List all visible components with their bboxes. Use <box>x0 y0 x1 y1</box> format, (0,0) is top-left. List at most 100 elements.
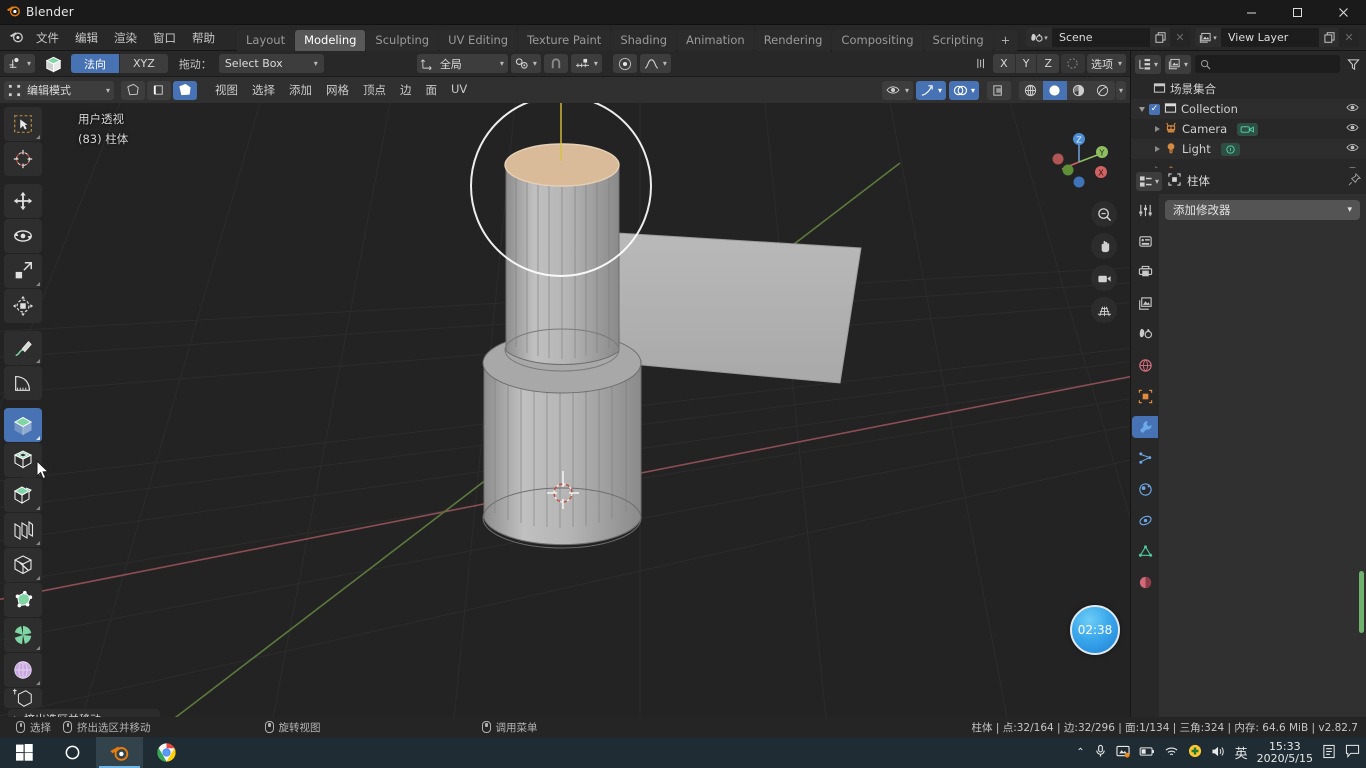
properties-editor-type-dropdown[interactable]: ▾ <box>1136 171 1163 191</box>
outliner-row-camera[interactable]: Camera <box>1131 119 1366 139</box>
pin-icon[interactable] <box>1348 172 1362 189</box>
tool-icon[interactable] <box>1132 199 1158 221</box>
particles-icon[interactable] <box>1132 447 1158 469</box>
orientation-xyz-button[interactable]: XYZ <box>120 54 168 73</box>
camera-icon[interactable] <box>1091 265 1117 291</box>
menu-mesh[interactable]: 网格 <box>319 79 356 101</box>
view-layer-selector[interactable]: ▾ View Layer ✕ <box>1195 28 1359 47</box>
add-modifier-dropdown[interactable]: 添加修改器 ▾ <box>1165 200 1360 220</box>
menu-edge[interactable]: 边 <box>393 79 419 101</box>
windows-icon[interactable] <box>0 737 48 768</box>
menu-add[interactable]: 添加 <box>282 79 319 101</box>
workspace-tab-sculpting[interactable]: Sculpting <box>366 29 439 51</box>
images-icon[interactable] <box>1132 292 1158 314</box>
menu-vertex[interactable]: 顶点 <box>356 79 393 101</box>
display-icon[interactable] <box>1115 745 1130 761</box>
scene-icon[interactable] <box>1132 323 1158 345</box>
collection-checkbox[interactable]: ✓ <box>1149 103 1160 115</box>
active-tool-dropdown[interactable]: ▾ <box>4 54 36 73</box>
outliner-row-partial[interactable] <box>1131 159 1366 168</box>
taskbar-clock[interactable]: 15:33 2020/5/15 <box>1257 740 1313 765</box>
zoom-icon[interactable] <box>1091 201 1117 227</box>
tool-smooth[interactable] <box>4 653 42 687</box>
tool-rotate[interactable] <box>4 219 42 253</box>
notes-icon[interactable] <box>1322 744 1336 762</box>
shading-wireframe-icon[interactable] <box>1018 80 1043 100</box>
render-icon[interactable] <box>1132 230 1158 252</box>
camera-label[interactable]: Camera <box>1182 122 1227 136</box>
tool-scale[interactable] <box>4 254 42 288</box>
hand-icon[interactable] <box>1091 233 1117 259</box>
tool-cursor[interactable] <box>4 142 42 176</box>
camera-expand-icon[interactable] <box>1155 126 1160 132</box>
overlays-dropdown[interactable]: ▾ <box>948 80 979 100</box>
options-dropdown[interactable]: 选项 ▾ <box>1086 54 1126 73</box>
scene-selector[interactable]: ▾ Scene ✕ <box>1026 28 1190 47</box>
display-mode-dropdown[interactable]: ▾ <box>1165 54 1192 74</box>
navigation-gizmo[interactable]: Z Y X <box>1048 131 1110 193</box>
outliner-search-input[interactable] <box>1195 55 1340 73</box>
snap-to-dropdown[interactable]: ▾ <box>570 54 602 73</box>
tool-move[interactable] <box>4 184 42 218</box>
blender-menu-icon[interactable] <box>4 29 28 47</box>
tool-transform[interactable] <box>4 289 42 323</box>
material-icon[interactable] <box>1132 571 1158 593</box>
snap-magnet-icon[interactable] <box>543 54 568 73</box>
camera-visibility-eye-icon[interactable] <box>1346 122 1359 136</box>
constraint-icon[interactable] <box>1132 509 1158 531</box>
view-layer-icon[interactable]: ▾ <box>1195 28 1221 47</box>
menu-edit[interactable]: 编辑 <box>67 27 106 49</box>
security-icon[interactable] <box>1188 744 1202 761</box>
new-view-layer-button[interactable] <box>1319 28 1339 47</box>
battery-icon[interactable] <box>1139 746 1155 760</box>
mirror-y-button[interactable]: Y <box>1015 54 1038 73</box>
filter-icon[interactable] <box>1344 58 1362 71</box>
shading-material-icon[interactable] <box>1066 80 1091 100</box>
gizmo-dropdown[interactable]: ▾ <box>915 80 946 100</box>
collection-expand-icon[interactable] <box>1139 106 1145 112</box>
scene-name[interactable]: Scene <box>1052 28 1150 47</box>
edge-select-icon[interactable] <box>147 80 171 100</box>
wrench-icon[interactable] <box>1132 416 1158 438</box>
workspace-tab-uv-editing[interactable]: UV Editing <box>439 29 518 51</box>
tool-annotate[interactable] <box>4 331 42 365</box>
menu-file[interactable]: 文件 <box>28 27 67 49</box>
menu-face[interactable]: 面 <box>419 79 445 101</box>
tool-loop-cut[interactable] <box>4 513 42 547</box>
orientation-toggle[interactable]: 法向 XYZ <box>71 54 168 73</box>
editor-type-dropdown[interactable]: ▾ <box>1135 54 1162 74</box>
remove-view-layer-button[interactable]: ✕ <box>1339 28 1359 47</box>
printer-icon[interactable] <box>1132 261 1158 283</box>
ime-indicator[interactable]: 英 <box>1235 743 1248 762</box>
workspace-tab-modeling[interactable]: Modeling <box>295 29 366 51</box>
light-expand-icon[interactable] <box>1155 146 1160 152</box>
workspace-tab-texture-paint[interactable]: Texture Paint <box>518 29 611 51</box>
world-icon[interactable] <box>1132 354 1158 376</box>
menu-help[interactable]: 帮助 <box>184 27 223 49</box>
close-button[interactable] <box>1320 0 1366 25</box>
volume-icon[interactable] <box>1211 745 1226 761</box>
menu-uv[interactable]: UV <box>444 79 474 101</box>
chevron-up-icon[interactable]: ⌃ <box>1076 747 1084 758</box>
light-label[interactable]: Light <box>1182 142 1211 156</box>
mirror-z-button[interactable]: Z <box>1037 54 1059 73</box>
outliner-row-scene-collection[interactable]: 场景集合 <box>1131 79 1366 99</box>
mirror-axis-toggle[interactable]: X Y Z <box>993 54 1059 73</box>
outliner-row-light[interactable]: Light <box>1131 139 1366 159</box>
view-layer-name[interactable]: View Layer <box>1221 28 1319 47</box>
shading-rendered-icon[interactable] <box>1090 80 1115 100</box>
proportional-editing-icon[interactable] <box>612 54 637 73</box>
workspace-tab-compositing[interactable]: Compositing <box>832 29 923 51</box>
workspace-tab-scripting[interactable]: Scripting <box>923 29 993 51</box>
menu-view[interactable]: 视图 <box>208 79 245 101</box>
orientation-normal-button[interactable]: 法向 <box>71 54 121 73</box>
grid-icon[interactable] <box>1091 297 1117 323</box>
tool-measure[interactable] <box>4 366 42 400</box>
tool-spin[interactable] <box>4 618 42 652</box>
viewport-3d-canvas[interactable] <box>0 103 1130 737</box>
drag-action-dropdown[interactable]: Select Box ▾ <box>218 54 324 73</box>
tool-knife[interactable] <box>4 548 42 582</box>
tool-extrude-region[interactable] <box>4 408 42 442</box>
light-data-icon[interactable] <box>1220 142 1240 156</box>
collection-visibility-eye-icon[interactable] <box>1346 102 1359 116</box>
